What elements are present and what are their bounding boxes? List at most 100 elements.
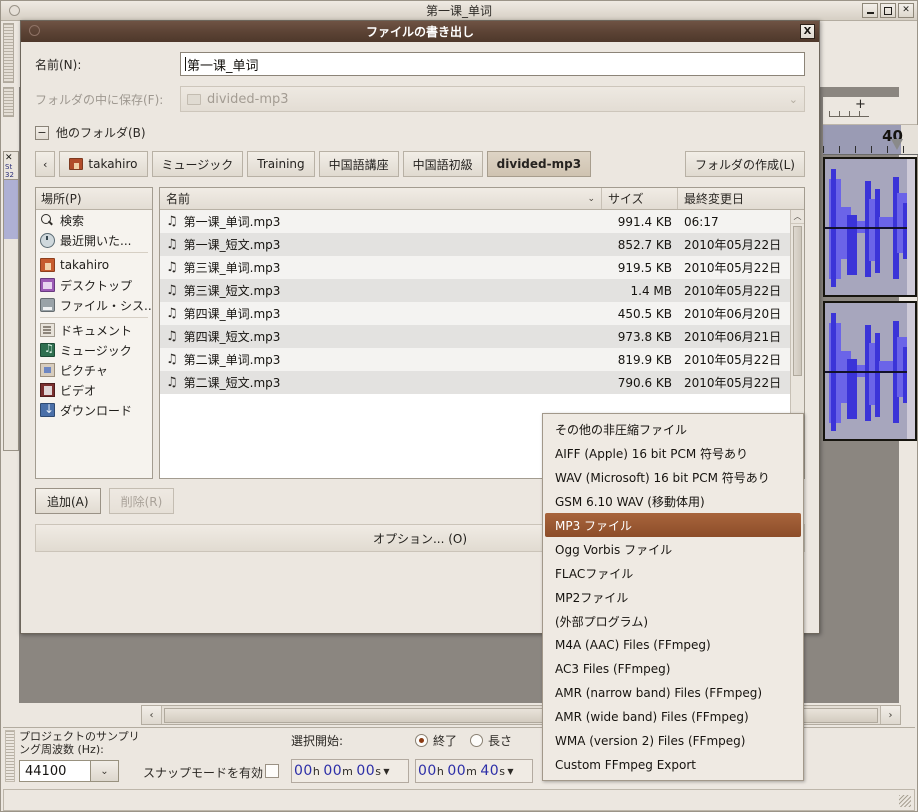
scroll-left-icon[interactable]: ‹ (142, 706, 162, 724)
menu-item-mp2[interactable]: MP2ファイル (545, 585, 801, 609)
radio-length[interactable] (470, 734, 484, 747)
minimize-button[interactable] (862, 3, 878, 18)
dialog-window-menu-icon[interactable] (29, 25, 40, 36)
breadcrumb-item-home[interactable]: takahiro (59, 151, 148, 177)
waveform-2 (825, 303, 915, 439)
table-row[interactable]: ♫ 第四课_短文.mp3 973.8 KB 2010年06月21日 (160, 325, 804, 348)
table-row[interactable]: ♫ 第一课_短文.mp3 852.7 KB 2010年05月22日 (160, 233, 804, 256)
file-list-header: 名前 ⌄ サイズ 最終変更日 (160, 188, 804, 210)
maximize-button[interactable] (880, 3, 896, 18)
end-minutes-unit: m (466, 764, 478, 778)
other-folders-expander[interactable]: − 他のフォルダ(B) (35, 124, 805, 141)
file-modified-cell: 2010年06月21日 (684, 330, 782, 344)
menu-item-m4a-aac[interactable]: M4A (AAC) Files (FFmpeg) (545, 633, 801, 657)
file-name-text: 第四课_单词.mp3 (183, 307, 281, 321)
menu-item-amr-wide[interactable]: AMR (wide band) Files (FFmpeg) (545, 705, 801, 729)
sidebar-item-music[interactable]: ミュージック (36, 340, 152, 360)
column-header-name[interactable]: 名前 ⌄ (160, 188, 602, 209)
menu-item-wma[interactable]: WMA (version 2) Files (FFmpeg) (545, 729, 801, 753)
breadcrumb-item-current[interactable]: divided-mp3 (486, 151, 592, 177)
menu-item-aiff[interactable]: AIFF (Apple) 16 bit PCM 符号あり (545, 441, 801, 465)
start-time-spinner-icon[interactable]: ▼ (383, 767, 390, 776)
table-row[interactable]: ♫ 第三课_单词.mp3 919.5 KB 2010年05月22日 (160, 256, 804, 279)
selection-start-time-field[interactable]: 00 h 00 m 00 s ▼ (291, 759, 409, 783)
table-row[interactable]: ♫ 第二课_短文.mp3 790.6 KB 2010年05月22日 (160, 371, 804, 394)
breadcrumb-item-music[interactable]: ミュージック (151, 151, 244, 177)
column-header-modified[interactable]: 最終変更日 (678, 188, 804, 209)
app-title: 第一课_单词 (425, 4, 492, 18)
menu-item-other-uncompressed[interactable]: その他の非圧縮ファイル (545, 417, 801, 441)
selection-toolbar-grip[interactable] (5, 730, 15, 782)
track-silence-tail (907, 303, 915, 439)
save-in-folder-select[interactable]: divided-mp3 ⌄ (180, 86, 805, 112)
sidebar-item-pictures[interactable]: ピクチャ (36, 360, 152, 380)
scrollbar-thumb[interactable] (793, 226, 802, 376)
breadcrumb-item-training[interactable]: Training (247, 151, 315, 177)
dialog-close-button[interactable]: X (800, 24, 815, 39)
sample-rate-input[interactable]: 44100 (19, 760, 91, 782)
file-name-text: 第一课_短文.mp3 (183, 238, 281, 252)
table-row[interactable]: ♫ 第一课_单词.mp3 991.4 KB 06:17 (160, 210, 804, 233)
file-name-text: 第二课_单词.mp3 (183, 353, 281, 367)
sidebar-item-recent[interactable]: 最近開いた... (36, 230, 152, 250)
menu-item-ac3[interactable]: AC3 Files (FFmpeg) (545, 657, 801, 681)
sidebar-item-downloads[interactable]: ダウンロード (36, 400, 152, 420)
close-button[interactable]: ✕ (898, 3, 914, 18)
breadcrumb-item-chinese-course[interactable]: 中国語講座 (318, 151, 399, 177)
scroll-up-icon[interactable]: ︿ (791, 210, 804, 224)
create-folder-button[interactable]: フォルダの作成(L) (684, 151, 805, 177)
window-menu-icon[interactable] (9, 5, 20, 16)
menu-item-mp3[interactable]: MP3 ファイル (545, 513, 801, 537)
zoom-in-icon[interactable]: + (855, 97, 866, 112)
menu-item-ogg-vorbis[interactable]: Ogg Vorbis ファイル (545, 537, 801, 561)
track-close-icon[interactable]: ✕ (4, 152, 18, 163)
breadcrumb-item-chinese-beginner[interactable]: 中国語初級 (402, 151, 483, 177)
toolbar-grip-handle[interactable] (3, 23, 14, 83)
menu-item-custom-ffmpeg[interactable]: Custom FFmpeg Export (545, 753, 801, 777)
snap-mode-checkbox[interactable] (265, 764, 279, 778)
chevron-down-icon[interactable]: ⌄ (789, 93, 798, 106)
sidebar-item-takahiro[interactable]: takahiro (36, 255, 152, 275)
breadcrumb-prev-button[interactable]: ‹ (35, 151, 56, 177)
sidebar-item-documents[interactable]: ドキュメント (36, 320, 152, 340)
search-icon (40, 213, 55, 227)
filename-input[interactable]: 第一课_单词 (180, 52, 805, 76)
scroll-right-icon[interactable]: › (880, 706, 900, 724)
menu-item-flac[interactable]: FLACファイル (545, 561, 801, 585)
menu-item-amr-narrow[interactable]: AMR (narrow band) Files (FFmpeg) (545, 681, 801, 705)
music-note-icon: ♫ (166, 260, 178, 275)
start-seconds-unit: s (375, 764, 382, 778)
waveform-1 (825, 159, 915, 295)
sidebar-item-videos[interactable]: ビデオ (36, 380, 152, 400)
file-size-cell: 852.7 KB (617, 237, 672, 252)
selection-end-time-field[interactable]: 00 h 00 m 40 s ▼ (415, 759, 533, 783)
table-row[interactable]: ♫ 第二课_单词.mp3 819.9 KB 2010年05月22日 (160, 348, 804, 371)
audio-track-2[interactable] (823, 301, 917, 441)
table-row[interactable]: ♫ 第三课_短文.mp3 1.4 MB 2010年05月22日 (160, 279, 804, 302)
resize-grip-icon[interactable] (899, 795, 911, 807)
start-seconds: 00 (356, 763, 376, 779)
file-name-cell: ♫ 第三课_单词.mp3 (160, 259, 602, 276)
menu-item-gsm[interactable]: GSM 6.10 WAV (移動体用) (545, 489, 801, 513)
end-time-spinner-icon[interactable]: ▼ (507, 767, 514, 776)
expander-toggle-icon[interactable]: − (35, 125, 49, 140)
timeline-ruler[interactable]: 40 (823, 125, 918, 155)
file-name-cell: ♫ 第一课_短文.mp3 (160, 236, 602, 253)
audio-track-1[interactable] (823, 157, 917, 297)
menu-item-external-program[interactable]: (外部プログラム) (545, 609, 801, 633)
sidebar-item-filesystem[interactable]: ファイル・シス... (36, 295, 152, 315)
playhead-icon[interactable] (891, 139, 903, 150)
file-size-cell: 991.4 KB (617, 214, 672, 229)
sidebar-item-desktop[interactable]: デスクトップ (36, 275, 152, 295)
column-header-size[interactable]: サイズ (602, 188, 678, 209)
videos-folder-icon (40, 383, 55, 397)
menu-item-wav[interactable]: WAV (Microsoft) 16 bit PCM 符号あり (545, 465, 801, 489)
remove-button[interactable]: 削除(R) (108, 488, 175, 514)
radio-end[interactable] (415, 734, 428, 747)
sidebar-item-search[interactable]: 検索 (36, 210, 152, 230)
sample-rate-dropdown-icon[interactable]: ⌄ (91, 760, 119, 782)
toolbar-grip-handle[interactable] (3, 87, 14, 117)
snap-mode-label: スナップモードを有効 (143, 766, 264, 780)
add-button[interactable]: 追加(A) (35, 488, 101, 514)
table-row[interactable]: ♫ 第四课_单词.mp3 450.5 KB 2010年06月20日 (160, 302, 804, 325)
